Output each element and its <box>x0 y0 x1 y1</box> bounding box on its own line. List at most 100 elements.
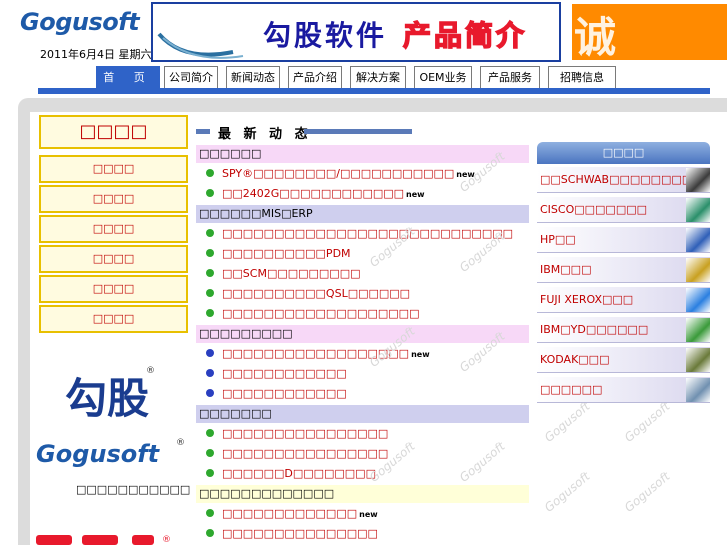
news-item[interactable]: □□□□□□□□□□□□□□□□□□□□□□□□□□□□ <box>206 225 513 243</box>
clients-heading: □□□□ <box>537 142 710 164</box>
news-category: □□□□□□□□□□□□□ <box>196 485 529 503</box>
client-thumbnail-icon <box>686 168 710 192</box>
client-thumbnail-icon <box>686 318 710 342</box>
news-item-text: □□□□□□□□□□□□□ <box>222 507 358 520</box>
news-item-text: □□□□□□□□□□□□□□□□□□□ <box>222 307 420 320</box>
bullet-icon <box>206 249 214 257</box>
news-item-text: □□□□□□□□□□□□ <box>222 367 347 380</box>
client-thumbnail-icon <box>686 228 710 252</box>
client-thumbnail-icon <box>686 198 710 222</box>
registered-icon: ® <box>146 366 155 376</box>
news-category: □□□□□□□ <box>196 405 529 423</box>
bullet-icon <box>206 349 214 357</box>
brand-wordmark: Gogusoft <box>36 440 160 468</box>
news-item-text: □□□□□□□□□□QSL□□□□□□ <box>222 287 411 300</box>
registered-icon: ® <box>176 438 185 448</box>
tab-products[interactable]: 产品介绍 <box>288 66 342 88</box>
client-label: IBM□□□ <box>540 263 592 276</box>
tab-oem[interactable]: OEM业务 <box>414 66 472 88</box>
news-item[interactable]: □□□□□□□□□□□□□ new <box>206 505 378 523</box>
news-item[interactable]: □□□□□□□□□□PDM <box>206 245 351 263</box>
news-heading: 最 新 动 态 <box>196 124 412 142</box>
site-logo[interactable]: Gogusoft <box>20 8 140 36</box>
client-item[interactable]: KODAK□□□ <box>537 347 710 373</box>
client-thumbnail-icon <box>686 288 710 312</box>
client-label: KODAK□□□ <box>540 353 610 366</box>
left-menu-item[interactable]: □□□□ <box>39 245 188 273</box>
news-item-text: □□□□□□□□□□□□□□□□□□□□□□□□□□□□ <box>222 227 514 240</box>
client-item[interactable]: □□□□□□ <box>537 377 710 403</box>
news-item[interactable]: □□□□□□□□□□QSL□□□□□□ <box>206 285 410 303</box>
client-item[interactable]: IBM□YD□□□□□□ <box>537 317 710 343</box>
left-menu-title: □□□□ <box>39 115 188 149</box>
left-menu-item[interactable]: □□□□ <box>39 305 188 333</box>
bullet-icon <box>206 429 214 437</box>
spy-logo-icon: ® <box>36 535 171 545</box>
new-badge: new <box>359 510 378 519</box>
client-item[interactable]: CISCO□□□□□□□ <box>537 197 710 223</box>
brand-tagline: □□□□□□□□□□□ <box>76 483 191 496</box>
bullet-icon <box>206 169 214 177</box>
news-item-text: SPY®□□□□□□□□/□□□□□□□□□□□ <box>222 167 455 180</box>
side-banner-char: 诚 <box>574 13 617 62</box>
left-menu-item[interactable]: □□□□ <box>39 185 188 213</box>
brand-mark: 勾股 <box>65 374 150 423</box>
news-item[interactable]: SPY®□□□□□□□□/□□□□□□□□□□□ new <box>206 165 475 183</box>
tab-jobs[interactable]: 招聘信息 <box>548 66 616 88</box>
client-thumbnail-icon <box>686 258 710 282</box>
news-item-text: □□2402G□□□□□□□□□□□□ <box>222 187 405 200</box>
news-item[interactable]: □□□□□□□□□□□□ <box>206 385 347 403</box>
news-item[interactable]: □□□□□□□□□□□□□□□□ <box>206 445 388 463</box>
banner-title: 勾股软件 <box>263 19 388 52</box>
left-menu-item[interactable]: □□□□ <box>39 155 188 183</box>
side-banner: 诚 <box>572 4 727 62</box>
news-item-text: □□□□□□□□□□□□□□□□ <box>222 447 389 460</box>
bullet-icon <box>206 189 214 197</box>
client-item[interactable]: FUJI XEROX□□□ <box>537 287 710 313</box>
news-item-text: □□□□□□□□□□PDM <box>222 247 351 260</box>
tab-solutions[interactable]: 解决方案 <box>350 66 406 88</box>
tab-service[interactable]: 产品服务 <box>480 66 540 88</box>
news-category: □□□□□□ <box>196 145 529 163</box>
tab-news[interactable]: 新闻动态 <box>226 66 280 88</box>
client-label: □□SCHWAB□□□□□□□□ <box>540 173 693 186</box>
client-item[interactable]: IBM□□□ <box>537 257 710 283</box>
bullet-icon <box>206 269 214 277</box>
client-item[interactable]: HP□□ <box>537 227 710 253</box>
banner-subtitle: 产品简介 <box>402 18 528 53</box>
heading-bar <box>304 129 412 134</box>
news-category: □□□□□□□□□ <box>196 325 529 343</box>
client-label: □□□□□□ <box>540 383 603 396</box>
nav-underline <box>38 88 710 94</box>
news-item-text: □□□□□□□□□□□□□□□ <box>222 527 378 540</box>
client-thumbnail-icon <box>686 378 710 402</box>
tab-about[interactable]: 公司简介 <box>164 66 218 88</box>
client-label: FUJI XEROX□□□ <box>540 293 634 306</box>
bullet-icon <box>206 529 214 537</box>
new-badge: new <box>406 190 425 199</box>
bullet-icon <box>206 389 214 397</box>
news-item-text: □□□□□□D□□□□□□□□ <box>222 467 376 480</box>
left-menu-item[interactable]: □□□□ <box>39 215 188 243</box>
client-label: IBM□YD□□□□□□ <box>540 323 649 336</box>
tab-home[interactable]: 首 页 <box>96 66 160 88</box>
news-item[interactable]: □□□□□□□□□□□□ <box>206 365 347 383</box>
news-item[interactable]: □□□□□□□□□□□□□□□□ <box>206 425 388 443</box>
left-menu-item[interactable]: □□□□ <box>39 275 188 303</box>
news-item-text: □□□□□□□□□□□□□□□□ <box>222 427 389 440</box>
news-item[interactable]: □□SCM□□□□□□□□□ <box>206 265 360 283</box>
bullet-icon <box>206 309 214 317</box>
news-item[interactable]: □□2402G□□□□□□□□□□□□ new <box>206 185 425 203</box>
top-banner: 勾股软件 产品简介 <box>151 2 561 62</box>
news-category: □□□□□□MIS□ERP <box>196 205 529 223</box>
current-date: 2011年6月4日 星期六 <box>40 48 152 61</box>
news-item[interactable]: □□□□□□□□□□□□□□□□□□□ <box>206 305 419 323</box>
news-item[interactable]: □□□□□□□□□□□□□□□ <box>206 525 378 543</box>
news-item[interactable]: □□□□□□D□□□□□□□□ <box>206 465 376 483</box>
client-item[interactable]: □□SCHWAB□□□□□□□□ <box>537 167 710 193</box>
bullet-icon <box>206 449 214 457</box>
client-label: CISCO□□□□□□□ <box>540 203 647 216</box>
bullet-icon <box>206 509 214 517</box>
news-heading-text: 最 新 动 态 <box>218 127 312 142</box>
bullet-icon <box>206 289 214 297</box>
